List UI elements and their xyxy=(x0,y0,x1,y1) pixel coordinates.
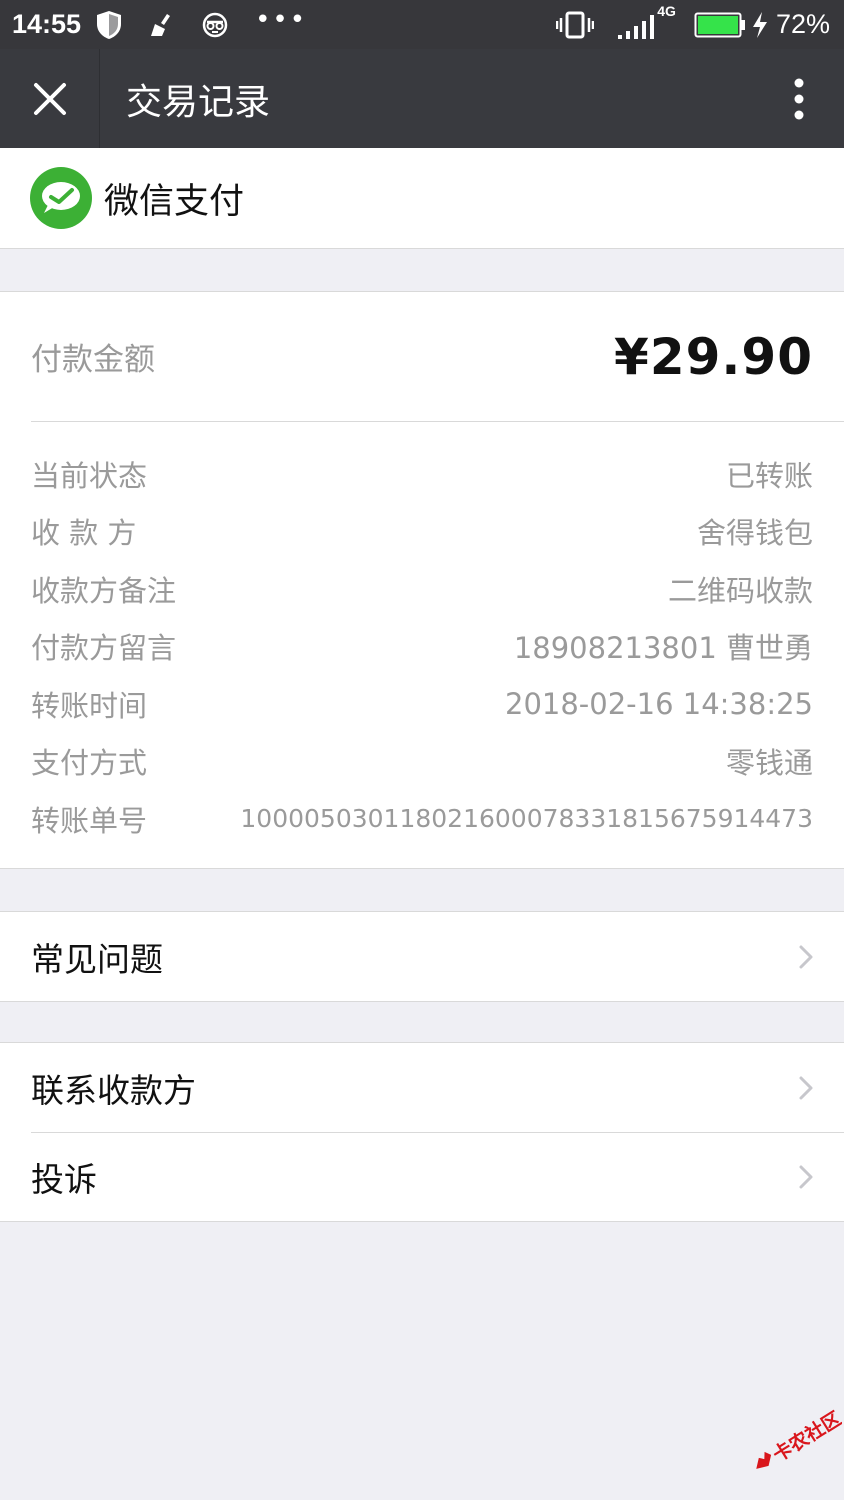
contact-payee-item[interactable]: 联系收款方 xyxy=(0,1043,844,1132)
page-title: 交易记录 xyxy=(126,81,271,123)
more-button[interactable] xyxy=(754,49,844,148)
detail-row-transfer-time: 转账时间 2018-02-16 14:38:25 xyxy=(31,675,813,733)
broom-icon xyxy=(149,12,175,38)
signal-icon: 4G xyxy=(616,3,676,41)
contact-group: 联系收款方 投诉 xyxy=(0,1042,844,1222)
merchant-name: 微信支付 xyxy=(104,181,245,222)
detail-row-payee-note: 收款方备注 二维码收款 xyxy=(31,560,813,618)
complain-item[interactable]: 投诉 xyxy=(0,1132,844,1221)
amount-value: ¥29.90 xyxy=(614,327,813,386)
shield-icon xyxy=(95,10,123,40)
status-bar: 14:55 ••• 4G 72% xyxy=(0,0,844,49)
detail-value: 舍得钱包 xyxy=(696,516,813,551)
detail-label: 收款方备注 xyxy=(31,573,177,608)
faq-item[interactable]: 常见问题 xyxy=(0,912,844,1001)
detail-row-payer-message: 付款方留言 18908213801 曹世勇 xyxy=(31,618,813,676)
watermark-text: 卡农社区 xyxy=(769,1408,842,1467)
detail-value: 2018-02-16 14:38:25 xyxy=(505,686,813,721)
merchant-header: 微信支付 xyxy=(0,148,844,249)
more-vertical-icon xyxy=(794,78,804,119)
detail-row-payee: 收 款 方 舍得钱包 xyxy=(31,503,813,561)
nav-bar: 交易记录 xyxy=(0,49,844,148)
contact-payee-label: 联系收款方 xyxy=(31,1070,196,1110)
detail-value: 零钱通 xyxy=(725,746,813,781)
detail-value: 18908213801 曹世勇 xyxy=(513,631,813,666)
close-button[interactable] xyxy=(0,49,100,148)
detail-value: 100005030118021600078331815675914473 xyxy=(240,804,813,834)
detail-row-transfer-id: 转账单号 10000503011802160007833181567591447… xyxy=(31,790,813,848)
chevron-right-icon xyxy=(798,944,814,970)
status-bar-left: 14:55 ••• xyxy=(12,5,307,40)
complain-label: 投诉 xyxy=(31,1159,97,1199)
transaction-details: 付款金额 ¥29.90 当前状态 已转账 收 款 方 舍得钱包 收款方备注 二维… xyxy=(0,291,844,869)
detail-label: 收 款 方 xyxy=(31,516,137,551)
faq-group: 常见问题 xyxy=(0,911,844,1002)
wechat-pay-logo-icon xyxy=(30,167,92,229)
amount-row: 付款金额 ¥29.90 xyxy=(31,292,844,422)
more-dots-icon: ••• xyxy=(255,4,308,35)
detail-list: 当前状态 已转账 收 款 方 舍得钱包 收款方备注 二维码收款 付款方留言 18… xyxy=(31,445,813,848)
charging-icon xyxy=(750,11,770,39)
chevron-right-icon xyxy=(798,1164,814,1190)
status-time: 14:55 xyxy=(12,9,82,39)
battery-percent: 72% xyxy=(775,9,830,39)
incognito-icon xyxy=(201,12,229,38)
detail-value: 二维码收款 xyxy=(667,573,813,608)
chevron-right-icon xyxy=(798,1075,814,1101)
faq-label: 常见问题 xyxy=(31,939,163,979)
detail-label: 转账时间 xyxy=(31,688,148,723)
detail-row-payment-method: 支付方式 零钱通 xyxy=(31,733,813,791)
detail-label: 转账单号 xyxy=(31,803,148,838)
vibrate-icon xyxy=(555,11,594,39)
battery-icon xyxy=(694,11,746,39)
network-type-label: 4G xyxy=(657,2,676,19)
amount-label: 付款金额 xyxy=(31,342,155,378)
status-bar-right: 4G 72% xyxy=(555,3,830,41)
detail-label: 付款方留言 xyxy=(31,631,177,666)
detail-label: 当前状态 xyxy=(31,458,148,493)
detail-row-status: 当前状态 已转账 xyxy=(31,445,813,503)
detail-value: 已转账 xyxy=(725,458,813,493)
watermark: 卡农社区 xyxy=(742,1407,844,1478)
detail-label: 支付方式 xyxy=(31,746,148,781)
close-icon xyxy=(33,82,66,115)
